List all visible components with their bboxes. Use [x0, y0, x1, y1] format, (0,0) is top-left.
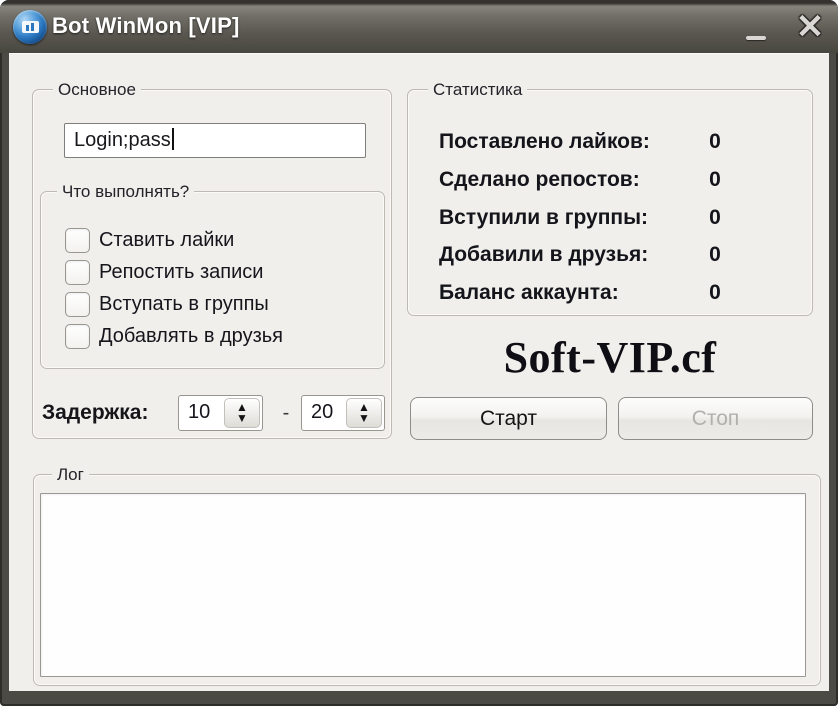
- checkbox-reposts[interactable]: [65, 260, 90, 285]
- log-output[interactable]: [40, 493, 806, 677]
- delay-from-value: 10: [188, 401, 211, 423]
- window-title: Bot WinMon [VIP]: [52, 13, 240, 38]
- stat-friends-value: 0: [709, 243, 721, 266]
- group-tasks: Что выполнять? Ставить лайки Репостить з…: [40, 181, 385, 369]
- delay-to-spinner[interactable]: 20 ▲ ▼: [301, 395, 385, 431]
- login-input-value: Login;pass: [74, 129, 171, 151]
- minimize-icon: [746, 36, 766, 40]
- login-input[interactable]: Login;pass: [64, 123, 366, 158]
- stat-row-reposts: Сделано репостов: 0: [408, 168, 812, 198]
- stat-row-groups: Вступили в группы: 0: [408, 206, 812, 236]
- checkbox-likes[interactable]: [65, 228, 90, 253]
- checkbox-groups[interactable]: [65, 292, 90, 317]
- delay-separator: -: [282, 402, 290, 424]
- checkbox-groups-label[interactable]: Вступать в группы: [99, 293, 269, 316]
- stat-balance-label: Баланс аккаунта:: [439, 281, 619, 304]
- stat-likes-value: 0: [709, 130, 721, 153]
- titlebar[interactable]: Bot WinMon [VIP] ✕: [0, 0, 838, 53]
- watermark-text: Soft-VIP.cf: [503, 333, 717, 382]
- app-logo-icon: [22, 21, 39, 33]
- text-caret: [171, 128, 174, 150]
- stat-reposts-label: Сделано репостов:: [439, 168, 640, 191]
- stat-likes-label: Поставлено лайков:: [439, 130, 650, 153]
- app-icon: [13, 10, 47, 44]
- group-log-label: Лог: [52, 464, 89, 485]
- delay-to-value: 20: [311, 401, 334, 423]
- delay-from-spinner[interactable]: 10 ▲ ▼: [178, 395, 263, 431]
- stat-groups-value: 0: [709, 206, 721, 229]
- spinner-down-icon[interactable]: ▼: [358, 412, 370, 424]
- spinner-down-icon[interactable]: ▼: [236, 412, 248, 424]
- stat-groups-label: Вступили в группы:: [439, 206, 649, 229]
- delay-from-spin-buttons[interactable]: ▲ ▼: [224, 398, 260, 428]
- checkbox-reposts-label[interactable]: Репостить записи: [99, 261, 263, 284]
- group-stats: Статистика Поставлено лайков: 0 Сделано …: [407, 79, 813, 316]
- client-area: Основное Login;pass Что выполнять? Стави…: [9, 53, 829, 691]
- checkbox-likes-label[interactable]: Ставить лайки: [99, 229, 234, 252]
- group-tasks-label: Что выполнять?: [57, 181, 195, 202]
- checkbox-friends[interactable]: [65, 324, 90, 349]
- delay-to-spin-buttons[interactable]: ▲ ▼: [346, 398, 382, 428]
- group-main-label: Основное: [53, 79, 141, 100]
- stat-friends-label: Добавили в друзья:: [439, 243, 649, 266]
- delay-label: Задержка:: [42, 401, 149, 424]
- stat-row-balance: Баланс аккаунта: 0: [408, 281, 812, 311]
- stat-reposts-value: 0: [709, 168, 721, 191]
- stop-button: Стоп: [618, 397, 813, 440]
- checkbox-friends-label[interactable]: Добавлять в друзья: [99, 325, 283, 348]
- group-stats-label: Статистика: [428, 79, 528, 100]
- minimize-button[interactable]: [746, 34, 768, 42]
- stat-balance-value: 0: [709, 281, 721, 304]
- close-button[interactable]: ✕: [790, 5, 830, 49]
- app-window: Bot WinMon [VIP] ✕ Основное Login;pass Ч…: [0, 0, 838, 706]
- stat-row-likes: Поставлено лайков: 0: [408, 130, 812, 160]
- stat-row-friends: Добавили в друзья: 0: [408, 243, 812, 273]
- start-button[interactable]: Старт: [410, 397, 607, 440]
